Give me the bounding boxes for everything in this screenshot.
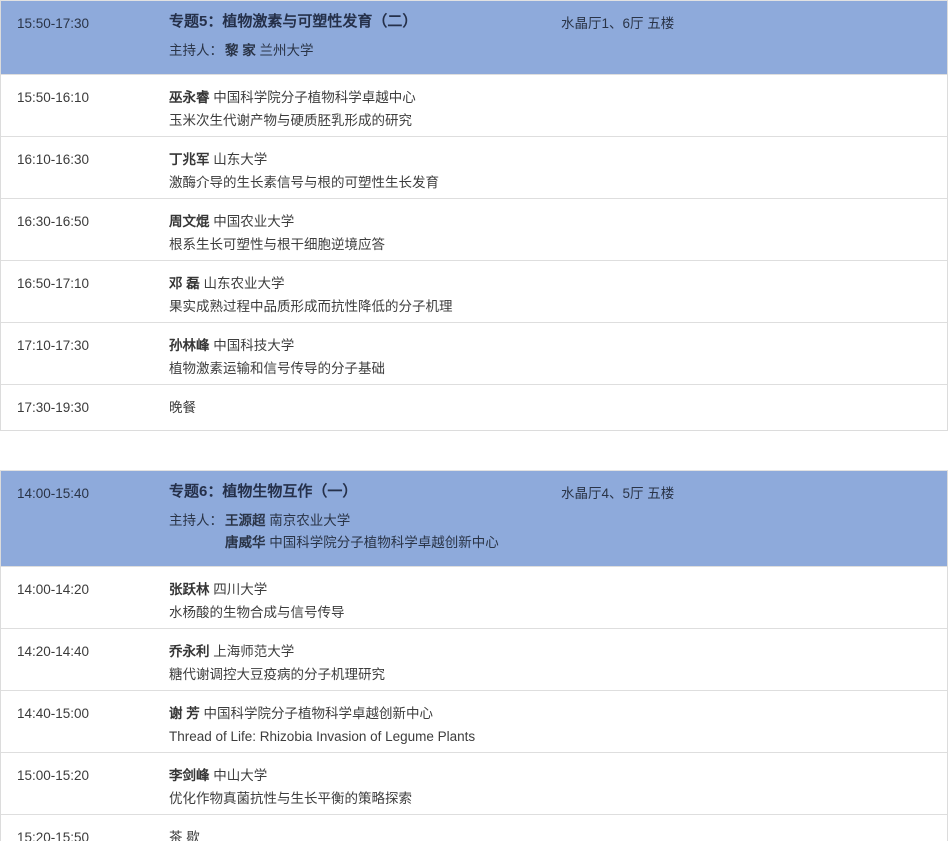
row-time: 14:40-15:00 bbox=[1, 704, 169, 752]
host-name: 王源超 bbox=[225, 513, 266, 528]
talk-title: 优化作物真菌抗性与生长平衡的策略探索 bbox=[169, 789, 561, 809]
speaker-name: 张跃林 bbox=[169, 582, 210, 597]
host-affiliation: 兰州大学 bbox=[260, 43, 314, 58]
schedule-row: 17:10-17:30 孙林峰 中国科技大学 植物激素运输和信号传导的分子基础 bbox=[1, 322, 947, 384]
schedule-row: 15:00-15:20 李剑峰 中山大学 优化作物真菌抗性与生长平衡的策略探索 bbox=[1, 752, 947, 814]
schedule-row: 14:00-14:20 张跃林 四川大学 水杨酸的生物合成与信号传导 bbox=[1, 566, 947, 628]
talk-title: 激酶介导的生长素信号与根的可塑性生长发育 bbox=[169, 173, 561, 193]
session-location: 水晶厅4、5厅 五楼 bbox=[561, 481, 947, 554]
row-time: 17:10-17:30 bbox=[1, 336, 169, 384]
talk-title: 果实成熟过程中品质形成而抗性降低的分子机理 bbox=[169, 297, 561, 317]
session-host-line: 主持人：黎 家 兰州大学 bbox=[169, 40, 561, 62]
speaker-affiliation: 中国科学院分子植物科学卓越创新中心 bbox=[204, 706, 434, 721]
talk-title: 玉米次生代谢产物与硬质胚乳形成的研究 bbox=[169, 111, 561, 131]
speaker-affiliation: 中山大学 bbox=[213, 768, 267, 783]
row-speaker-line: 丁兆军 山东大学 bbox=[169, 150, 561, 170]
row-time: 15:00-15:20 bbox=[1, 766, 169, 814]
schedule-row: 16:10-16:30 丁兆军 山东大学 激酶介导的生长素信号与根的可塑性生长发… bbox=[1, 136, 947, 198]
session-host-line: 唐威华 中国科学院分子植物科学卓越创新中心 bbox=[169, 532, 561, 554]
speaker-affiliation: 中国科技大学 bbox=[213, 338, 294, 353]
row-speaker-line: 周文焜 中国农业大学 bbox=[169, 212, 561, 232]
session-time: 15:50-17:30 bbox=[1, 11, 169, 62]
talk-title: 水杨酸的生物合成与信号传导 bbox=[169, 603, 561, 623]
break-label: 晚餐 bbox=[169, 400, 196, 415]
session-5-rows: 15:50-16:10 巫永睿 中国科学院分子植物科学卓越中心 玉米次生代谢产物… bbox=[1, 74, 947, 430]
speaker-name: 乔永利 bbox=[169, 644, 210, 659]
row-speaker-line: 孙林峰 中国科技大学 bbox=[169, 336, 561, 356]
session-title: 专题5：植物激素与可塑性发育（二） bbox=[169, 11, 561, 33]
speaker-affiliation: 四川大学 bbox=[213, 582, 267, 597]
schedule-row: 16:30-16:50 周文焜 中国农业大学 根系生长可塑性与根干细胞逆境应答 bbox=[1, 198, 947, 260]
schedule-row: 15:50-16:10 巫永睿 中国科学院分子植物科学卓越中心 玉米次生代谢产物… bbox=[1, 74, 947, 136]
talk-title: 根系生长可塑性与根干细胞逆境应答 bbox=[169, 235, 561, 255]
schedule-row: 14:20-14:40 乔永利 上海师范大学 糖代谢调控大豆疫病的分子机理研究 bbox=[1, 628, 947, 690]
speaker-affiliation: 上海师范大学 bbox=[213, 644, 294, 659]
session-6-rows: 14:00-14:20 张跃林 四川大学 水杨酸的生物合成与信号传导 14:20… bbox=[1, 566, 947, 841]
speaker-name: 李剑峰 bbox=[169, 768, 210, 783]
row-time: 15:50-16:10 bbox=[1, 88, 169, 136]
talk-title: Thread of Life: Rhizobia Invasion of Leg… bbox=[169, 727, 561, 747]
conference-program-page: 15:50-17:30 专题5：植物激素与可塑性发育（二） 主持人：黎 家 兰州… bbox=[0, 0, 949, 841]
row-speaker-line: 乔永利 上海师范大学 bbox=[169, 642, 561, 662]
session-6-table: 14:00-15:40 专题6：植物生物互作（一） 主持人：王源超 南京农业大学… bbox=[0, 470, 948, 841]
session-6-header: 14:00-15:40 专题6：植物生物互作（一） 主持人：王源超 南京农业大学… bbox=[1, 471, 947, 566]
row-time: 17:30-19:30 bbox=[1, 398, 169, 430]
row-time: 16:50-17:10 bbox=[1, 274, 169, 322]
row-speaker-line: 巫永睿 中国科学院分子植物科学卓越中心 bbox=[169, 88, 561, 108]
speaker-affiliation: 山东大学 bbox=[213, 152, 267, 167]
session-5-table: 15:50-17:30 专题5：植物激素与可塑性发育（二） 主持人：黎 家 兰州… bbox=[0, 0, 948, 431]
table-gap bbox=[0, 431, 949, 470]
speaker-name: 邓 磊 bbox=[169, 276, 200, 291]
host-label: 主持人： bbox=[169, 40, 225, 62]
schedule-row: 16:50-17:10 邓 磊 山东农业大学 果实成熟过程中品质形成而抗性降低的… bbox=[1, 260, 947, 322]
talk-title: 植物激素运输和信号传导的分子基础 bbox=[169, 359, 561, 379]
host-name: 黎 家 bbox=[225, 43, 256, 58]
speaker-name: 周文焜 bbox=[169, 214, 210, 229]
row-time: 14:20-14:40 bbox=[1, 642, 169, 690]
speaker-affiliation: 中国科学院分子植物科学卓越中心 bbox=[213, 90, 416, 105]
speaker-name: 丁兆军 bbox=[169, 152, 210, 167]
row-time: 16:30-16:50 bbox=[1, 212, 169, 260]
break-label: 茶 歇 bbox=[169, 830, 200, 841]
session-location: 水晶厅1、6厅 五楼 bbox=[561, 11, 947, 62]
row-time: 16:10-16:30 bbox=[1, 150, 169, 198]
session-time: 14:00-15:40 bbox=[1, 481, 169, 554]
session-title: 专题6：植物生物互作（一） bbox=[169, 481, 561, 503]
row-time: 15:20-15:50 bbox=[1, 828, 169, 841]
row-speaker-line: 邓 磊 山东农业大学 bbox=[169, 274, 561, 294]
schedule-row: 17:30-19:30 晚餐 bbox=[1, 384, 947, 430]
speaker-affiliation: 中国农业大学 bbox=[213, 214, 294, 229]
schedule-row: 14:40-15:00 谢 芳 中国科学院分子植物科学卓越创新中心 Thread… bbox=[1, 690, 947, 752]
schedule-row: 15:20-15:50 茶 歇 bbox=[1, 814, 947, 841]
speaker-affiliation: 山东农业大学 bbox=[204, 276, 285, 291]
host-affiliation: 中国科学院分子植物科学卓越创新中心 bbox=[269, 535, 499, 550]
session-5-header: 15:50-17:30 专题5：植物激素与可塑性发育（二） 主持人：黎 家 兰州… bbox=[1, 1, 947, 74]
host-affiliation: 南京农业大学 bbox=[269, 513, 350, 528]
host-label: 主持人： bbox=[169, 510, 225, 532]
session-host-line: 主持人：王源超 南京农业大学 bbox=[169, 510, 561, 532]
row-speaker-line: 李剑峰 中山大学 bbox=[169, 766, 561, 786]
row-speaker-line: 张跃林 四川大学 bbox=[169, 580, 561, 600]
speaker-name: 巫永睿 bbox=[169, 90, 210, 105]
speaker-name: 孙林峰 bbox=[169, 338, 210, 353]
row-time: 14:00-14:20 bbox=[1, 580, 169, 628]
host-name: 唐威华 bbox=[225, 535, 266, 550]
row-speaker-line: 茶 歇 bbox=[169, 828, 561, 841]
speaker-name: 谢 芳 bbox=[169, 706, 200, 721]
talk-title: 糖代谢调控大豆疫病的分子机理研究 bbox=[169, 665, 561, 685]
row-speaker-line: 谢 芳 中国科学院分子植物科学卓越创新中心 bbox=[169, 704, 561, 724]
row-speaker-line: 晚餐 bbox=[169, 398, 561, 418]
